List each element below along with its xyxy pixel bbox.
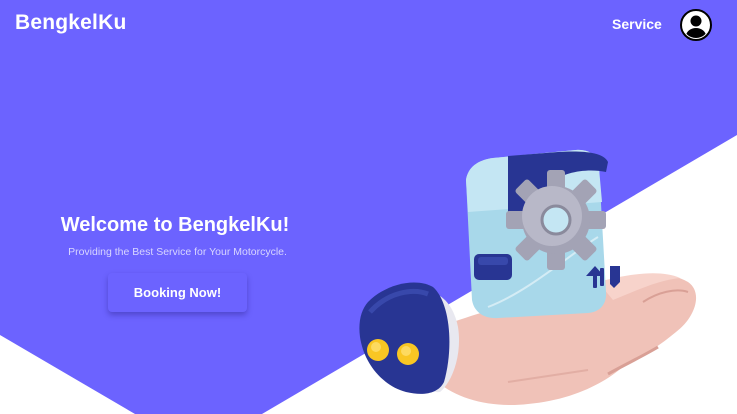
hero-subtitle: Providing the Best Service for Your Moto… (68, 246, 287, 258)
user-avatar-icon[interactable] (680, 9, 712, 41)
hand-holding-box-illustration (358, 142, 700, 414)
hero-title: Welcome to BengkelKu! (60, 214, 290, 236)
gear-icon (506, 170, 606, 270)
jacket-sleeve (359, 282, 450, 394)
booking-now-button[interactable]: Booking Now! (108, 273, 247, 312)
brand-logo[interactable]: BengkelKu (15, 11, 127, 35)
nav-link-service[interactable]: Service (612, 16, 662, 32)
